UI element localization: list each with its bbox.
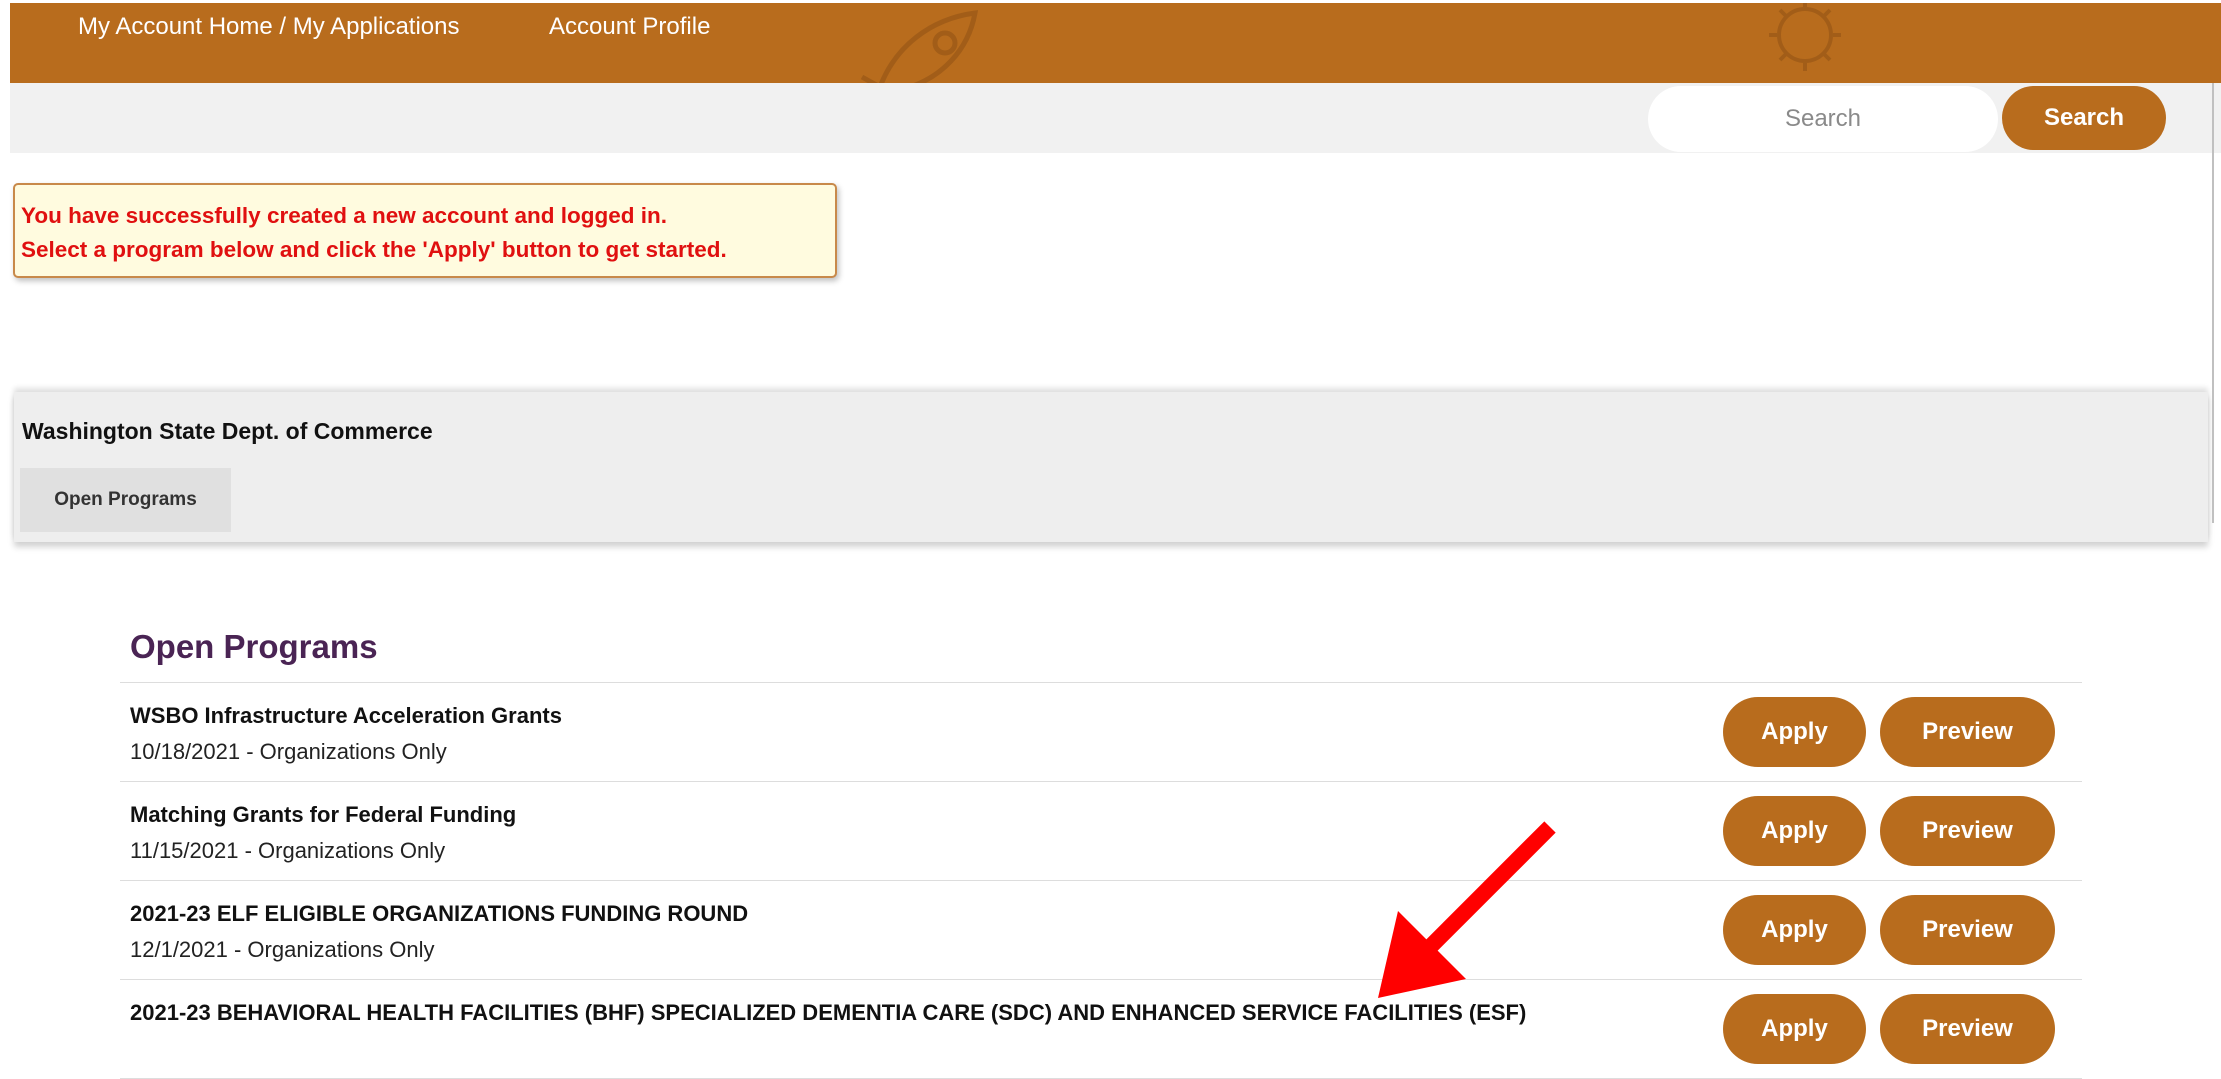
rocket-icon xyxy=(860,10,979,83)
program-row: Matching Grants for Federal Funding 11/1… xyxy=(120,782,2082,881)
preview-button[interactable]: Preview xyxy=(1880,895,2055,965)
preview-button[interactable]: Preview xyxy=(1880,994,2055,1064)
program-row: 2021-23 ELF ELIGIBLE ORGANIZATIONS FUNDI… xyxy=(120,881,2082,980)
program-row: 2021-23 BEHAVIORAL HEALTH FACILITIES (BH… xyxy=(120,980,2082,1079)
program-title: 2021-23 ELF ELIGIBLE ORGANIZATIONS FUNDI… xyxy=(130,901,749,926)
alert-line-2: Select a program below and click the 'Ap… xyxy=(21,237,727,262)
organization-name: Washington State Dept. of Commerce xyxy=(22,418,433,444)
nav-my-account-home[interactable]: My Account Home / My Applications xyxy=(78,13,460,41)
gear-icon xyxy=(1769,3,1841,71)
search-button[interactable]: Search xyxy=(2002,86,2166,150)
annotation-arrow-icon xyxy=(1378,821,1556,998)
success-alert: You have successfully created a new acco… xyxy=(13,183,837,278)
apply-button[interactable]: Apply xyxy=(1723,796,1866,866)
apply-button[interactable]: Apply xyxy=(1723,994,1866,1064)
nav-account-profile[interactable]: Account Profile xyxy=(549,13,710,41)
search-input[interactable] xyxy=(1648,86,1998,152)
alert-line-1: You have successfully created a new acco… xyxy=(21,203,668,228)
apply-button[interactable]: Apply xyxy=(1723,895,1866,965)
program-title: Matching Grants for Federal Funding xyxy=(130,802,517,827)
program-meta: 10/18/2021 - Organizations Only xyxy=(130,739,447,764)
program-title: WSBO Infrastructure Acceleration Grants xyxy=(130,703,562,728)
tab-open-programs[interactable]: Open Programs xyxy=(20,468,231,532)
top-nav-bar: My Account Home / My Applications Accoun… xyxy=(10,3,2221,83)
program-row: WSBO Infrastructure Acceleration Grants … xyxy=(120,683,2082,782)
organization-panel: Washington State Dept. of Commerce Open … xyxy=(14,392,2208,542)
program-meta: 12/1/2021 - Organizations Only xyxy=(130,937,435,962)
program-meta: 11/15/2021 - Organizations Only xyxy=(130,838,446,863)
section-title: Open Programs xyxy=(130,628,378,665)
program-list: WSBO Infrastructure Acceleration Grants … xyxy=(120,682,2082,1079)
apply-button[interactable]: Apply xyxy=(1723,697,1866,767)
preview-button[interactable]: Preview xyxy=(1880,796,2055,866)
divider xyxy=(2212,83,2214,523)
preview-button[interactable]: Preview xyxy=(1880,697,2055,767)
program-title: 2021-23 BEHAVIORAL HEALTH FACILITIES (BH… xyxy=(130,1000,1527,1025)
